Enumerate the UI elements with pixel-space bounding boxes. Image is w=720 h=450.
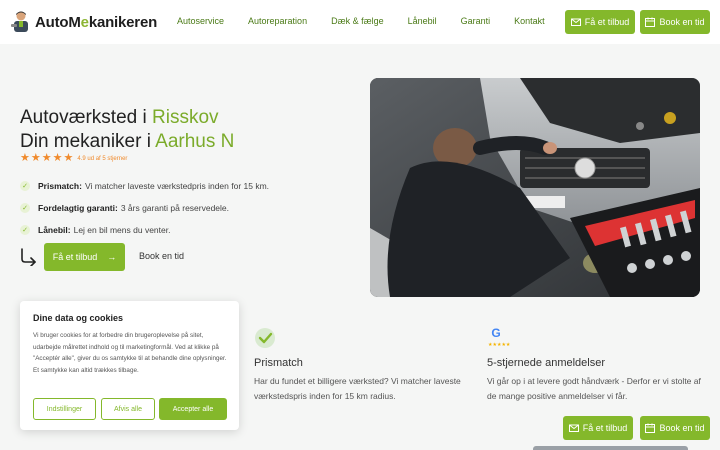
cookie-accept-button[interactable]: Accepter alle [159,398,227,420]
sticky-offer-button[interactable]: Få et tilbud [563,416,633,440]
nav-autoreparation[interactable]: Autoreparation [248,16,307,26]
header-offer-label: Få et tilbud [584,17,630,27]
second-photo-edge [533,446,688,450]
hero-offer-label: Få et tilbud [52,252,98,262]
hero-offer-button[interactable]: Få et tilbud → [44,243,125,271]
feature-item: ✓ Lånebil: Lej en bil mens du venter. [20,219,269,241]
header-offer-button[interactable]: Få et tilbud [565,10,635,34]
mechanic-photo [370,78,700,297]
check-icon: ✓ [20,181,30,191]
site-logo[interactable]: AutoMekanikeren [10,10,157,34]
checkmark-badge-icon [255,328,275,348]
nav-garanti[interactable]: Garanti [461,16,491,26]
feature-item: ✓ Prismatch: Vi matcher laveste værkstedp… [20,175,269,197]
nav-daek-faelge[interactable]: Dæk & fælge [331,16,384,26]
mechanic-mascot-icon [10,10,32,34]
sticky-book-label: Book en tid [659,423,705,433]
benefit-title: Prismatch [254,357,303,369]
hero-area-highlight: Aarhus N [155,131,235,152]
check-icon: ✓ [20,203,30,213]
hero-location-highlight: Risskov [152,107,219,128]
site-header: AutoMekanikeren Autoservice Autoreparati… [0,0,720,44]
cookie-reject-button[interactable]: Afvis alle [101,398,155,420]
calendar-icon [645,423,656,433]
feature-item: ✓ Fordelagtig garanti: 3 års garanti på r… [20,197,269,219]
hero-title: Autoværksted i Risskov Din mekaniker i A… [20,107,235,152]
svg-text:G: G [491,327,500,340]
star-icon: ★ [52,152,63,164]
sticky-book-button[interactable]: Book en tid [640,416,710,440]
star-icon: ★ [30,152,41,164]
rating-stars: ★ ★ ★ ★ ★ [20,153,73,164]
envelope-icon [570,18,581,26]
logo-text: AutoMekanikeren [35,13,158,31]
rating: ★ ★ ★ ★ ★ 4.9 ud af 5 stjerner [20,153,127,164]
svg-text:★★★★★: ★★★★★ [488,342,511,347]
hero-features: ✓ Prismatch: Vi matcher laveste værkstedp… [20,175,269,241]
cookie-dialog: Dine data og cookies Vi bruger cookies f… [20,301,239,430]
envelope-icon [568,424,579,432]
sticky-offer-label: Få et tilbud [582,423,628,433]
header-book-label: Book en tid [659,17,705,27]
nav-autoservice[interactable]: Autoservice [177,16,224,26]
cookie-text: Vi bruger cookies for at forbedre din br… [33,332,227,374]
google-reviews-icon: G ★★★★★ [487,326,517,348]
benefit-prismatch: Prismatch Har du fundet et billigere vær… [254,327,464,407]
main-nav: Autoservice Autoreparation Dæk & fælge L… [177,16,569,26]
curved-arrow-icon [21,248,36,266]
benefit-text: Har du fundet et billigere værksted? Vi … [254,376,461,401]
calendar-icon [645,17,656,27]
star-icon: ★ [41,152,52,164]
header-book-button[interactable]: Book en tid [640,10,710,34]
hero-book-link[interactable]: Book en tid [139,251,184,261]
nav-kontakt[interactable]: Kontakt [514,16,545,26]
rating-text: 4.9 ud af 5 stjerner [77,155,128,162]
cookie-settings-button[interactable]: Indstillinger [33,398,96,420]
check-icon: ✓ [20,225,30,235]
benefit-text: Vi går op i at levere godt håndværk - De… [487,376,701,401]
arrow-right-icon: → [107,252,117,262]
star-icon: ★ [20,152,30,164]
nav-laanebil[interactable]: Lånebil [408,16,437,26]
star-icon: ★ [63,152,74,164]
cookie-title: Dine data og cookies [33,313,124,323]
benefit-reviews: G ★★★★★ 5-stjernede anmeldelser Vi går o… [487,326,702,407]
benefit-title: 5-stjernede anmeldelser [487,357,606,369]
